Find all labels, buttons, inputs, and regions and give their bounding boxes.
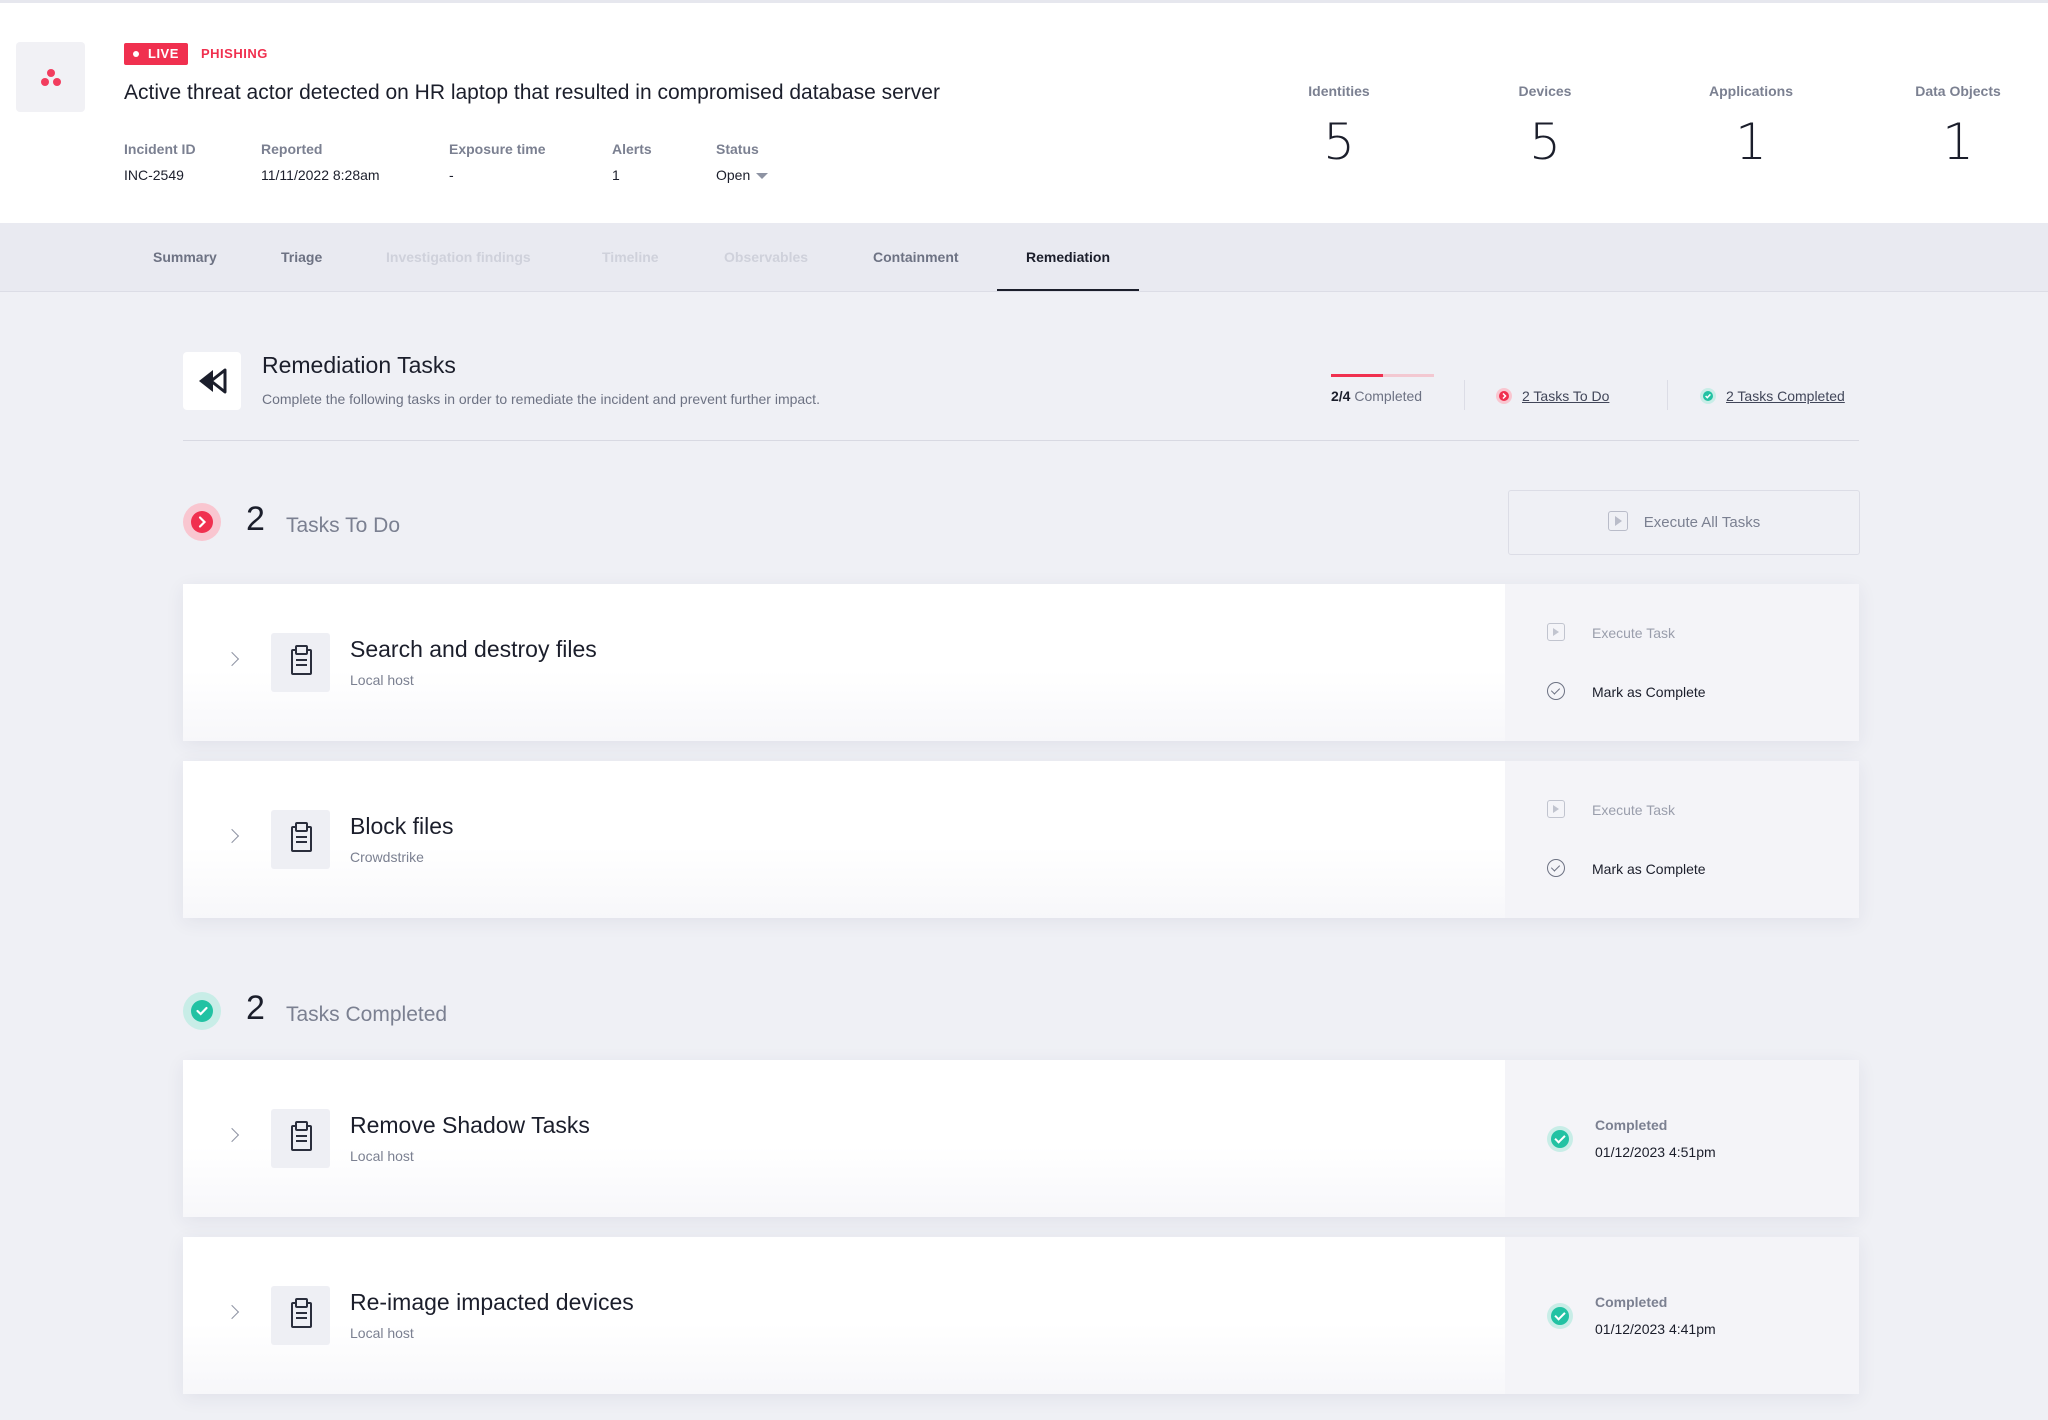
incident-header: LIVE PHISHING Active threat actor detect… xyxy=(0,3,2048,223)
tab-summary[interactable]: Summary xyxy=(153,223,217,291)
tasks-completed-link[interactable]: 2 Tasks Completed xyxy=(1700,388,1845,404)
rewind-icon xyxy=(183,352,241,410)
progress-bar xyxy=(1331,374,1434,377)
todo-label: Tasks To Do xyxy=(286,514,400,537)
mark-complete-button[interactable]: Mark as Complete xyxy=(1547,681,1706,703)
task-completion: Completed 01/12/2023 4:41pm xyxy=(1505,1237,1859,1394)
clipboard-icon xyxy=(271,633,330,692)
completed-label: Tasks Completed xyxy=(286,1003,448,1026)
completed-count: 2 xyxy=(246,989,265,1027)
progress-bar-fill xyxy=(1331,374,1383,377)
play-icon xyxy=(1547,623,1565,641)
completed-date: 01/12/2023 4:41pm xyxy=(1595,1321,1716,1337)
check-circle-icon xyxy=(1547,682,1565,700)
section-divider xyxy=(183,440,1859,441)
task-source: Local host xyxy=(350,672,414,688)
task-card: Remove Shadow Tasks Local host Completed… xyxy=(183,1060,1859,1217)
tab-triage[interactable]: Triage xyxy=(281,223,322,291)
check-circle-icon xyxy=(1547,859,1565,877)
task-completion: Completed 01/12/2023 4:51pm xyxy=(1505,1060,1859,1217)
chevron-right-icon[interactable] xyxy=(224,651,240,667)
meta-status: Status Open xyxy=(716,141,769,183)
task-card: Search and destroy files Local host Exec… xyxy=(183,584,1859,741)
completed-date: 01/12/2023 4:51pm xyxy=(1595,1144,1716,1160)
task-card-main[interactable]: Re-image impacted devices Local host xyxy=(183,1237,1505,1394)
chevron-right-icon[interactable] xyxy=(224,1304,240,1320)
tab-timeline: Timeline xyxy=(602,249,659,265)
task-source: Local host xyxy=(350,1148,414,1164)
progress-text: 2/4 Completed xyxy=(1331,388,1423,404)
chevron-right-icon[interactable] xyxy=(224,828,240,844)
tab-bar: Summary Triage Investigation findings Ti… xyxy=(0,223,2048,292)
completed-check-icon xyxy=(1547,1126,1573,1152)
stat-data-objects[interactable]: Data Objects 1 xyxy=(1868,83,2048,171)
remediation-subtitle: Complete the following tasks in order to… xyxy=(262,391,820,407)
clipboard-icon xyxy=(271,1286,330,1345)
task-source: Local host xyxy=(350,1325,414,1341)
status-dropdown[interactable]: Open xyxy=(716,167,769,183)
meta-alerts: Alerts 1 xyxy=(612,141,652,183)
todo-status-icon xyxy=(1496,388,1512,404)
task-name: Search and destroy files xyxy=(350,636,597,662)
task-name: Block files xyxy=(350,813,454,839)
task-name: Re-image impacted devices xyxy=(350,1289,634,1315)
meta-exposure-time: Exposure time - xyxy=(449,141,546,183)
completed-check-icon xyxy=(1547,1303,1573,1329)
execute-task-button[interactable]: Execute Task xyxy=(1547,799,1675,821)
caret-down-icon xyxy=(756,173,769,180)
play-icon xyxy=(1607,511,1628,532)
todo-count: 2 xyxy=(246,500,265,538)
stat-devices[interactable]: Devices 5 xyxy=(1455,83,1635,171)
category-label: PHISHING xyxy=(201,46,268,61)
threat-logo-icon xyxy=(16,42,85,112)
task-actions: Execute Task Mark as Complete xyxy=(1505,584,1859,741)
tab-observables: Observables xyxy=(724,249,809,265)
task-name: Remove Shadow Tasks xyxy=(350,1112,590,1138)
live-badge: LIVE xyxy=(124,43,188,65)
task-card-main[interactable]: Remove Shadow Tasks Local host xyxy=(183,1060,1505,1217)
remediation-title: Remediation Tasks xyxy=(262,352,456,378)
task-card-main[interactable]: Search and destroy files Local host xyxy=(183,584,1505,741)
completed-badge-icon xyxy=(183,992,221,1030)
completed-label: Completed xyxy=(1595,1294,1668,1310)
stat-identities[interactable]: Identities 5 xyxy=(1249,83,1429,171)
completed-label: Completed xyxy=(1595,1117,1668,1133)
divider xyxy=(1464,380,1465,410)
incident-title: Active threat actor detected on HR lapto… xyxy=(124,81,940,104)
meta-incident-id: Incident ID INC-2549 xyxy=(124,141,196,183)
clipboard-icon xyxy=(271,1109,330,1168)
task-card-main[interactable]: Block files Crowdstrike xyxy=(183,761,1505,918)
stat-applications[interactable]: Applications 1 xyxy=(1661,83,1841,171)
todo-badge-icon xyxy=(183,503,221,541)
tab-remediation[interactable]: Remediation xyxy=(997,223,1140,291)
chevron-right-icon[interactable] xyxy=(224,1127,240,1143)
task-card: Block files Crowdstrike Execute Task Mar… xyxy=(183,761,1859,918)
tasks-to-do-link[interactable]: 2 Tasks To Do xyxy=(1496,388,1609,404)
execute-all-tasks-button[interactable]: Execute All Tasks xyxy=(1508,490,1860,555)
clipboard-icon xyxy=(271,810,330,869)
mark-complete-button[interactable]: Mark as Complete xyxy=(1547,858,1706,880)
task-actions: Execute Task Mark as Complete xyxy=(1505,761,1859,918)
execute-task-button[interactable]: Execute Task xyxy=(1547,622,1675,644)
meta-reported: Reported 11/11/2022 8:28am xyxy=(261,141,380,183)
task-source: Crowdstrike xyxy=(350,849,424,865)
tab-investigation-findings: Investigation findings xyxy=(386,249,531,265)
tab-containment[interactable]: Containment xyxy=(873,223,959,291)
divider xyxy=(1667,380,1668,410)
task-card: Re-image impacted devices Local host Com… xyxy=(183,1237,1859,1394)
play-icon xyxy=(1547,800,1565,818)
completed-status-icon xyxy=(1700,388,1716,404)
